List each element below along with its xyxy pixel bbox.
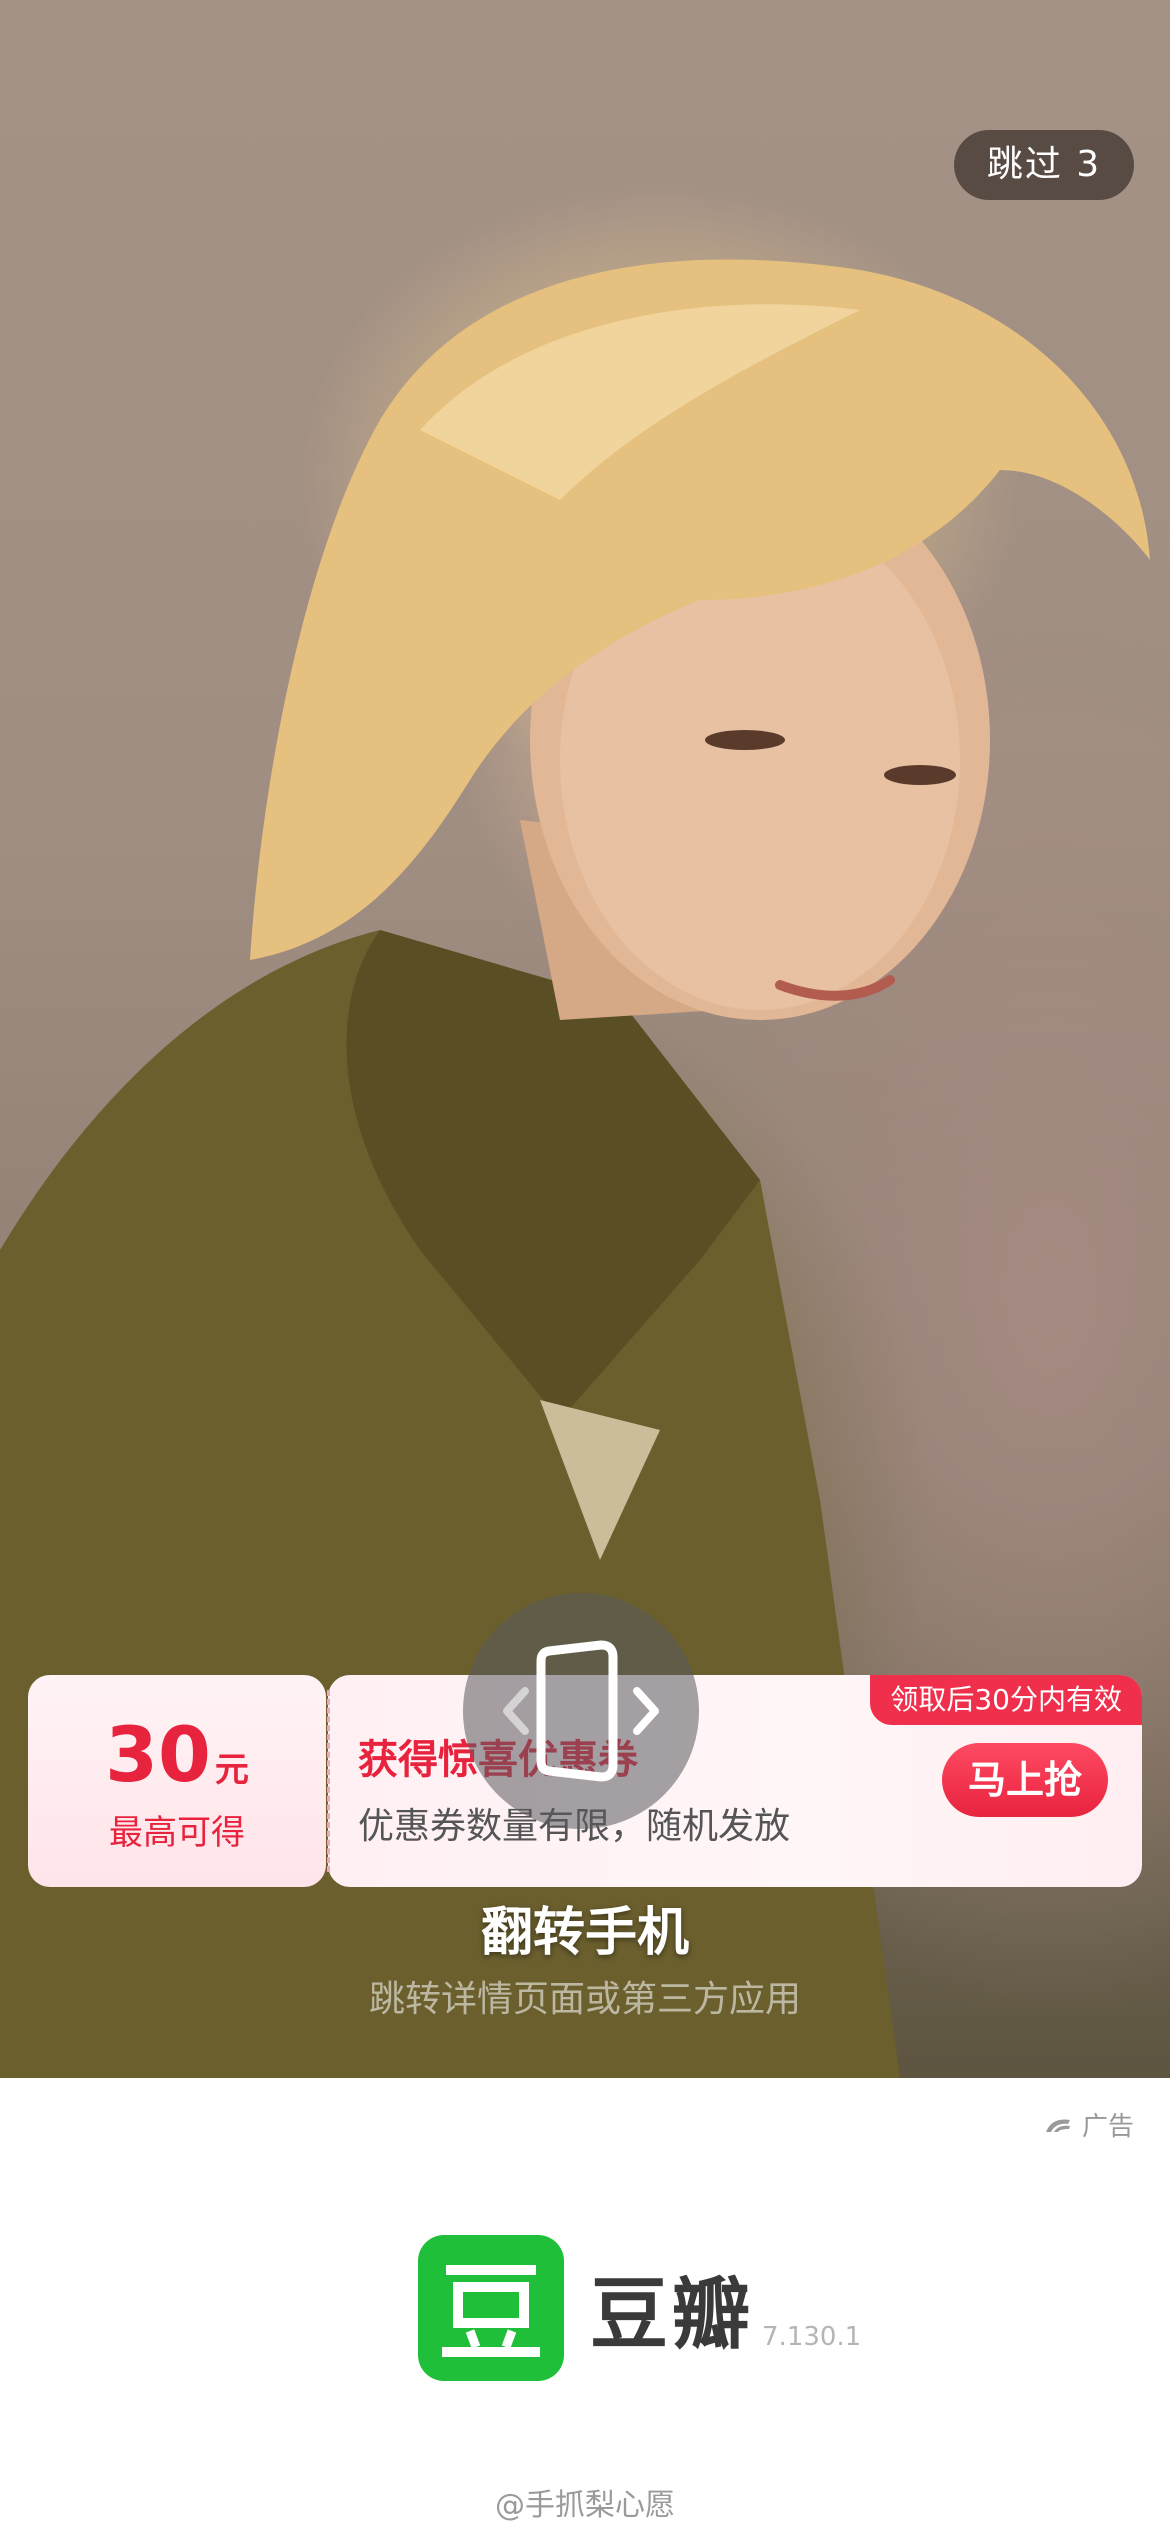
ticket-divider [327,1690,330,1872]
splash-ad[interactable]: 跳过 3 30 元 最高可得 领取后30分内有效 获得惊喜优惠券 优惠券数量有限… [0,0,1170,2078]
douban-logo [418,2235,564,2381]
flip-phone-icon [503,1640,659,1782]
douban-logo-glyph [442,2265,540,2357]
flip-prompt-title: 翻转手机 [480,1903,689,1963]
weibo-watermark: @手抓梨心愿 [495,2488,675,2523]
validity-tag: 领取后30分内有效 [870,1675,1142,1725]
launch-footer: 广告 豆瓣 7.130.1 @手抓梨心愿 [0,2078,1170,2532]
coupon-unit: 元 [214,1750,249,1790]
skip-button[interactable]: 跳过 3 [954,130,1134,200]
flip-prompt-subtitle: 跳转详情页面或第三方应用 [368,1979,801,2020]
brand-name: 豆瓣 [590,2270,755,2360]
coupon-offer-card[interactable]: 领取后30分内有效 获得惊喜优惠券 优惠券数量有限，随机发放 马上抢 [328,1675,1142,1887]
skip-countdown: 3 [1076,144,1102,185]
app-version: 7.130.1 [762,2322,862,2352]
skip-label: 跳过 [986,144,1063,185]
coupon-amount: 30 [105,1710,211,1799]
ad-source-icon [1045,2119,1070,2132]
ad-label: 广告 [1081,2112,1134,2142]
coupon-amount-caption: 最高可得 [109,1813,245,1853]
brand-lockup: 豆瓣 7.130.1 [418,2234,861,2382]
coupon-amount-card[interactable]: 30 元 最高可得 [28,1675,326,1887]
ad-badge: 广告 [1044,2106,1134,2143]
grab-coupon-button[interactable]: 马上抢 [942,1743,1108,1817]
flip-phone-indicator [463,1593,699,1829]
